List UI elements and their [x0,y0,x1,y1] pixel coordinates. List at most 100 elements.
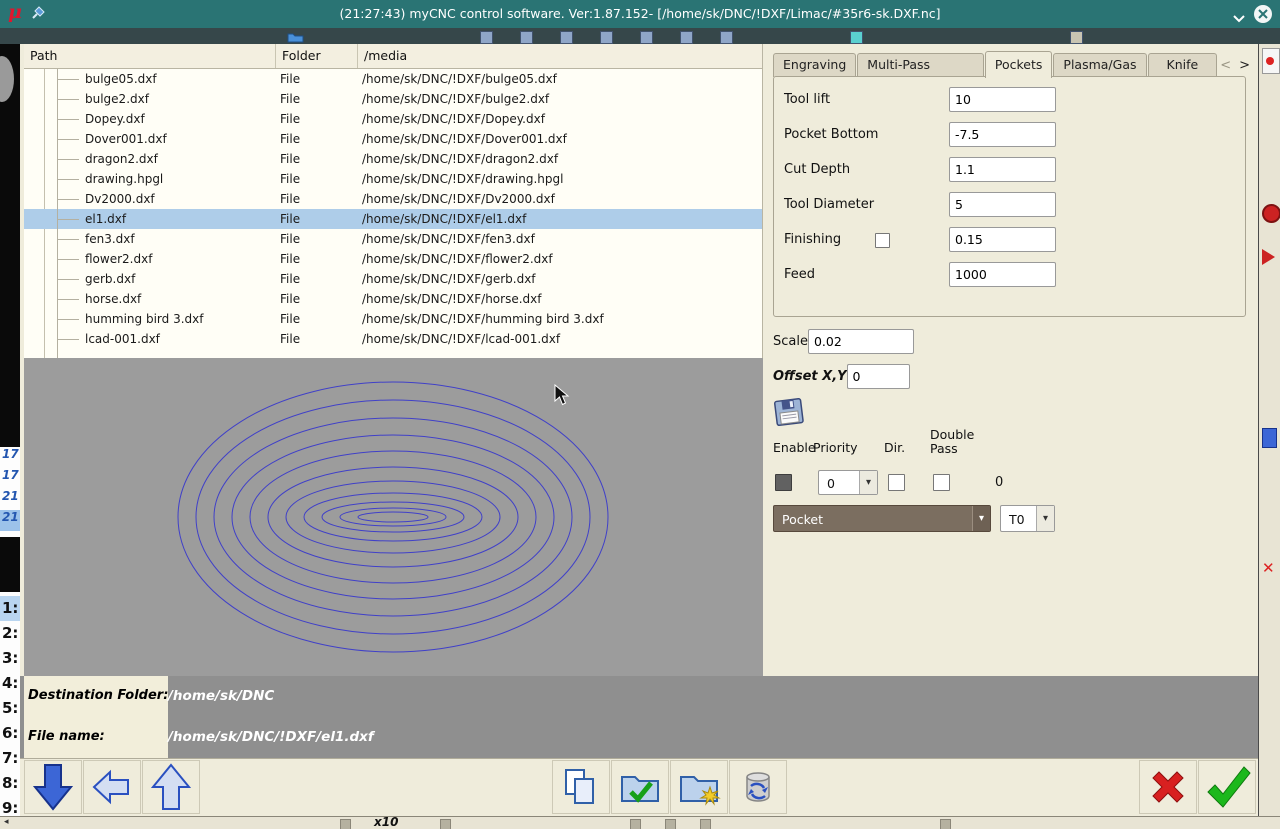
up-arrow-icon [151,763,191,810]
background-bottom-strip: ◂ x10 [0,815,1280,829]
column-header-media[interactable]: /media [358,44,762,68]
double-pass-column-label: Double Pass [930,427,975,456]
feed-label: Feed [784,267,816,282]
save-settings-button[interactable] [771,396,807,430]
table-row[interactable]: Dover001.dxf File/home/sk/DNC/!DXF/Dover0… [24,129,762,149]
tab-plasma-gas[interactable]: Plasma/Gas [1053,53,1147,77]
tab-prev-button[interactable]: < [1218,56,1233,76]
file-type: File [280,272,301,286]
back-button[interactable] [83,760,141,814]
partial-icon [1262,428,1277,448]
priority-select[interactable]: 0 ▾ [818,470,878,495]
copy-icon [565,769,594,804]
copy-file-button[interactable] [552,760,610,814]
pocket-bottom-input[interactable] [949,122,1056,147]
dialog-footer: Destination Folder: File name: /home/sk/… [20,676,1258,758]
table-row[interactable]: bulge05.dxf File/home/sk/DNC/!DXF/bulge05… [24,69,762,89]
partial-icon [1262,48,1280,74]
table-row[interactable]: drawing.hpgl File/home/sk/DNC/!DXF/drawin… [24,169,762,189]
table-row[interactable]: humming bird 3.dxf File/home/sk/DNC/!DXF/… [24,309,762,329]
file-path: /home/sk/DNC/!DXF/fen3.dxf [362,232,535,246]
file-path: /home/sk/DNC/!DXF/drawing.hpgl [362,172,564,186]
file-path: /home/sk/DNC/!DXF/gerb.dxf [362,272,536,286]
file-path: /home/sk/DNC/!DXF/Dopey.dxf [362,112,545,126]
table-row[interactable]: Dv2000.dxf File/home/sk/DNC/!DXF/Dv2000.d… [24,189,762,209]
select-folder-button[interactable] [611,760,669,814]
count-value: 21 [2,489,19,503]
tab-multi-pass-cutting[interactable]: Multi-Pass Cutting [857,53,984,94]
table-row[interactable]: el1.dxf File/home/sk/DNC/!DXF/el1.dxf [24,209,762,229]
file-name-label: File name: [28,729,105,744]
dialog-toolbar [20,758,1258,816]
cancel-button[interactable] [1139,760,1197,814]
tab-knife[interactable]: Knife [1147,53,1218,77]
recycle-trash-icon [746,772,770,802]
tab-next-button[interactable]: > [1237,56,1252,76]
dir-column-label: Dir. [884,440,906,455]
tree-branch [57,339,79,340]
table-row[interactable]: horse.dxf File/home/sk/DNC/!DXF/horse.dxf [24,289,762,309]
new-folder-button[interactable] [670,760,728,814]
count-value: 17 [2,447,19,461]
move-down-button[interactable] [24,760,82,814]
tab-engraving[interactable]: Engraving [773,53,857,77]
pocket-bottom-label: Pocket Bottom [784,127,879,142]
double-pass-checkbox[interactable] [933,474,950,491]
table-row[interactable]: lcad-001.dxf File/home/sk/DNC/!DXF/lcad-0… [24,329,762,349]
column-header-folder[interactable]: Folder [276,44,358,68]
table-row[interactable]: gerb.dxf File/home/sk/DNC/!DXF/gerb.dxf [24,269,762,289]
finishing-label: Finishing [784,232,842,247]
cancel-x-icon [1152,771,1184,803]
cut-depth-input[interactable] [949,157,1056,182]
finishing-checkbox[interactable] [875,233,890,248]
tabs-bar: Engraving Multi-Pass Cutting Pockets Pla… [773,51,1252,94]
preview-drawing [177,381,609,653]
file-name-value: /home/sk/DNC/!DXF/el1.dxf [168,729,374,745]
tool-diameter-label: Tool Diameter [784,197,875,212]
dir-checkbox[interactable] [888,474,905,491]
partial-icon [1262,249,1275,265]
tool-lift-input[interactable] [949,87,1056,112]
scale-input[interactable] [807,329,914,354]
screen: μ (21:27:43) myCNC control software. Ver… [0,0,1280,829]
tree-branch [57,79,79,80]
finishing-input[interactable] [949,227,1056,252]
file-name: dragon2.dxf [85,152,158,166]
partial-icon [630,819,641,829]
table-row[interactable]: Dopey.dxf File/home/sk/DNC/!DXF/Dopey.dxf [24,109,762,129]
offset-y-input[interactable] [846,364,910,389]
table-row[interactable]: flower2.dxf File/home/sk/DNC/!DXF/flower2… [24,249,762,269]
column-header-path[interactable]: Path [24,44,276,68]
tree-branch [57,219,79,220]
partial-icon [665,819,676,829]
file-type: File [280,112,301,126]
tab-pockets[interactable]: Pockets [984,51,1053,78]
partial-icon [1262,204,1280,223]
minimize-chevron-icon[interactable] [1232,9,1246,28]
table-row[interactable]: bulge2.dxf File/home/sk/DNC/!DXF/bulge2.d… [24,89,762,109]
ok-button[interactable] [1198,760,1256,814]
up-folder-button[interactable] [142,760,200,814]
chevron-down-icon: ▾ [859,471,877,494]
floppy-icon [773,397,804,427]
partial-icon [680,31,693,44]
cut-depth-label: Cut Depth [784,162,851,177]
feed-input[interactable] [949,262,1056,287]
partial-icon [700,819,711,829]
tree-branch [57,299,79,300]
close-button[interactable] [1254,5,1272,23]
pockets-groupbox: Tool lift Pocket Bottom Cut Depth Tool D… [773,76,1246,317]
tool-select[interactable]: T0 ▾ [1000,505,1055,532]
enable-checkbox[interactable] [775,474,792,491]
tool-diameter-input[interactable] [949,192,1056,217]
operation-select[interactable]: Pocket ▾ [773,505,991,532]
partial-icon [720,31,733,44]
delete-button[interactable] [729,760,787,814]
file-type: File [280,152,301,166]
file-name: gerb.dxf [85,272,136,286]
count-value: 21 [0,510,20,531]
file-name: el1.dxf [85,212,127,226]
field-tool-lift: Tool lift [784,87,1235,112]
table-row[interactable]: fen3.dxf File/home/sk/DNC/!DXF/fen3.dxf [24,229,762,249]
table-row[interactable]: dragon2.dxf File/home/sk/DNC/!DXF/dragon2… [24,149,762,169]
